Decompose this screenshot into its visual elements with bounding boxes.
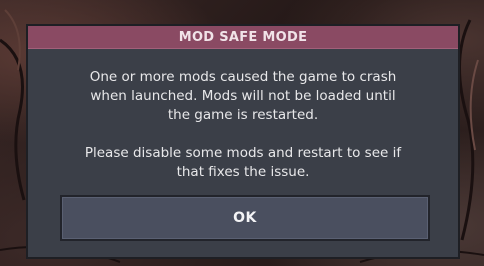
mod-safe-mode-dialog: MOD SAFE MODE One or more mods caused th… bbox=[26, 24, 460, 259]
ok-button[interactable]: OK bbox=[60, 195, 430, 241]
instruction-message: Please disable some mods and restart to … bbox=[84, 145, 402, 180]
dialog-title: MOD SAFE MODE bbox=[178, 29, 308, 45]
ok-button-label: OK bbox=[233, 210, 257, 226]
dialog-header: MOD SAFE MODE bbox=[28, 26, 458, 49]
dialog-message: One or more mods caused the game to cras… bbox=[38, 68, 448, 182]
crash-message: One or more mods caused the game to cras… bbox=[89, 69, 397, 123]
